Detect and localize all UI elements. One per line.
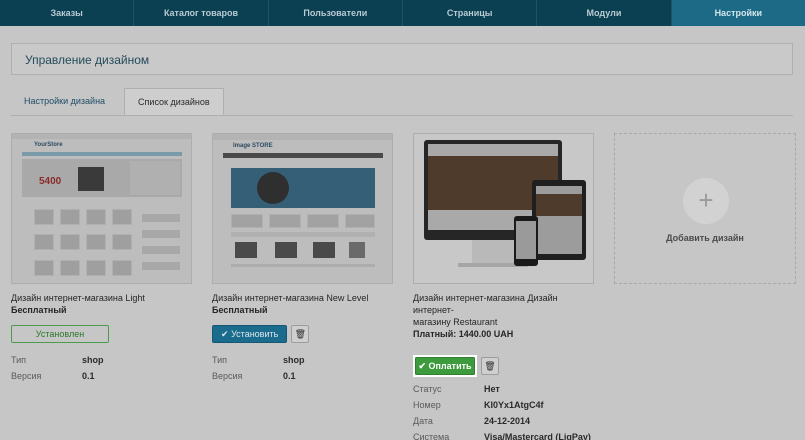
thumb-brand-text: Image STORE — [233, 143, 273, 149]
plus-icon: + — [683, 178, 729, 224]
thumb-brand-text: YourStore — [34, 142, 63, 148]
meta-row-status: Статус Нет — [413, 381, 594, 397]
meta-value: shop — [283, 355, 305, 365]
design-price: Бесплатный — [212, 305, 268, 315]
meta-row-type: Тип shop — [11, 352, 192, 368]
nav-item-modules[interactable]: Модули — [537, 0, 672, 26]
trash-icon: 🗑 — [294, 329, 307, 339]
meta-label: Номер — [413, 400, 441, 410]
add-design-label: Добавить дизайн — [666, 233, 744, 243]
design-meta: Тип shop Версия 0.1 — [212, 352, 393, 384]
meta-label: Тип — [212, 355, 228, 365]
meta-value: Visa/Mastercard (LiqPay) — [484, 432, 591, 440]
design-card-new-level: Image STORE Дизайн интернет-магазина New… — [212, 133, 393, 384]
tab-bar: Настройки дизайна Список дизайнов — [11, 88, 224, 116]
install-button[interactable]: ✔ Установить — [212, 325, 288, 343]
meta-value: 24-12-2014 — [484, 416, 531, 426]
meta-value: shop — [82, 355, 104, 365]
meta-row-version: Версия 0.1 — [212, 368, 393, 384]
check-icon: ✔ — [418, 361, 426, 371]
trash-icon: 🗑 — [484, 361, 496, 371]
design-name-line2: магазину Restaurant — [413, 317, 498, 327]
installed-button[interactable]: Установлен — [11, 325, 109, 343]
nav-item-orders[interactable]: Заказы — [0, 0, 135, 26]
meta-label: Дата — [413, 416, 433, 426]
install-button-label: Установить — [231, 329, 279, 339]
design-card-light: YourStore 5400 Дизайн интернет-магазина … — [11, 133, 192, 384]
meta-row-version: Версия 0.1 — [11, 368, 192, 384]
delete-button[interactable]: 🗑 — [481, 357, 499, 375]
pay-button-highlight: ✔ Оплатить — [413, 355, 477, 377]
meta-value: 0.1 — [82, 371, 95, 381]
meta-label: Система Оплаты — [413, 432, 450, 440]
meta-value: Нет — [484, 384, 500, 394]
meta-label: Тип — [11, 355, 27, 365]
pay-button[interactable]: ✔ Оплатить — [415, 357, 475, 375]
nav-item-catalog[interactable]: Каталог товаров — [134, 0, 269, 26]
meta-label: Версия — [11, 371, 42, 381]
tabs-divider — [11, 115, 793, 116]
tab-design-settings[interactable]: Настройки дизайна — [11, 88, 118, 115]
meta-row-payment-system: Система Оплаты Visa/Mastercard (LiqPay) — [413, 429, 594, 440]
design-thumbnail-new-level[interactable]: Image STORE — [212, 133, 393, 284]
meta-row-number: Номер KI0Yx1AtgC4f — [413, 397, 594, 413]
design-card-restaurant: Дизайн интернет-магазина Дизайн интернет… — [413, 133, 594, 440]
pay-button-label: Оплатить — [428, 361, 472, 371]
title-panel: Управление дизайном — [11, 43, 793, 75]
design-meta: Статус Нет Номер KI0Yx1AtgC4f Дата 24-12… — [413, 381, 594, 440]
nav-item-users[interactable]: Пользователи — [269, 0, 403, 26]
nav-item-settings[interactable]: Настройки — [671, 0, 805, 26]
add-design-card[interactable]: + Добавить дизайн — [614, 133, 796, 284]
check-icon: ✔ — [221, 329, 229, 339]
meta-value: 0.1 — [283, 371, 296, 381]
meta-row-type: Тип shop — [212, 352, 393, 368]
design-price: Бесплатный — [11, 305, 67, 315]
design-thumbnail-restaurant[interactable] — [413, 133, 594, 284]
thumb-promo-number: 5400 — [39, 176, 62, 187]
meta-row-date: Дата 24-12-2014 — [413, 413, 594, 429]
design-meta: Тип shop Версия 0.1 — [11, 352, 192, 384]
meta-label: Статус — [413, 384, 442, 394]
meta-value: KI0Yx1AtgC4f — [484, 400, 544, 410]
meta-label: Версия — [212, 371, 243, 381]
tab-design-list[interactable]: Список дизайнов — [124, 88, 224, 115]
design-name: Дизайн интернет-магазина Light — [11, 293, 145, 303]
design-name-line1: Дизайн интернет-магазина Дизайн интернет… — [413, 293, 558, 315]
top-nav: Заказы Каталог товаров Пользователи Стра… — [0, 0, 805, 26]
design-name: Дизайн интернет-магазина New Level — [212, 293, 369, 303]
delete-button[interactable]: 🗑 — [291, 325, 310, 343]
design-price: Платный: 1440.00 UAH — [413, 329, 514, 339]
design-thumbnail-light[interactable]: YourStore 5400 — [11, 133, 192, 284]
nav-item-pages[interactable]: Страницы — [403, 0, 538, 26]
design-name: Дизайн интернет-магазина Дизайн интернет… — [413, 292, 594, 328]
page-title: Управление дизайном — [25, 53, 150, 67]
